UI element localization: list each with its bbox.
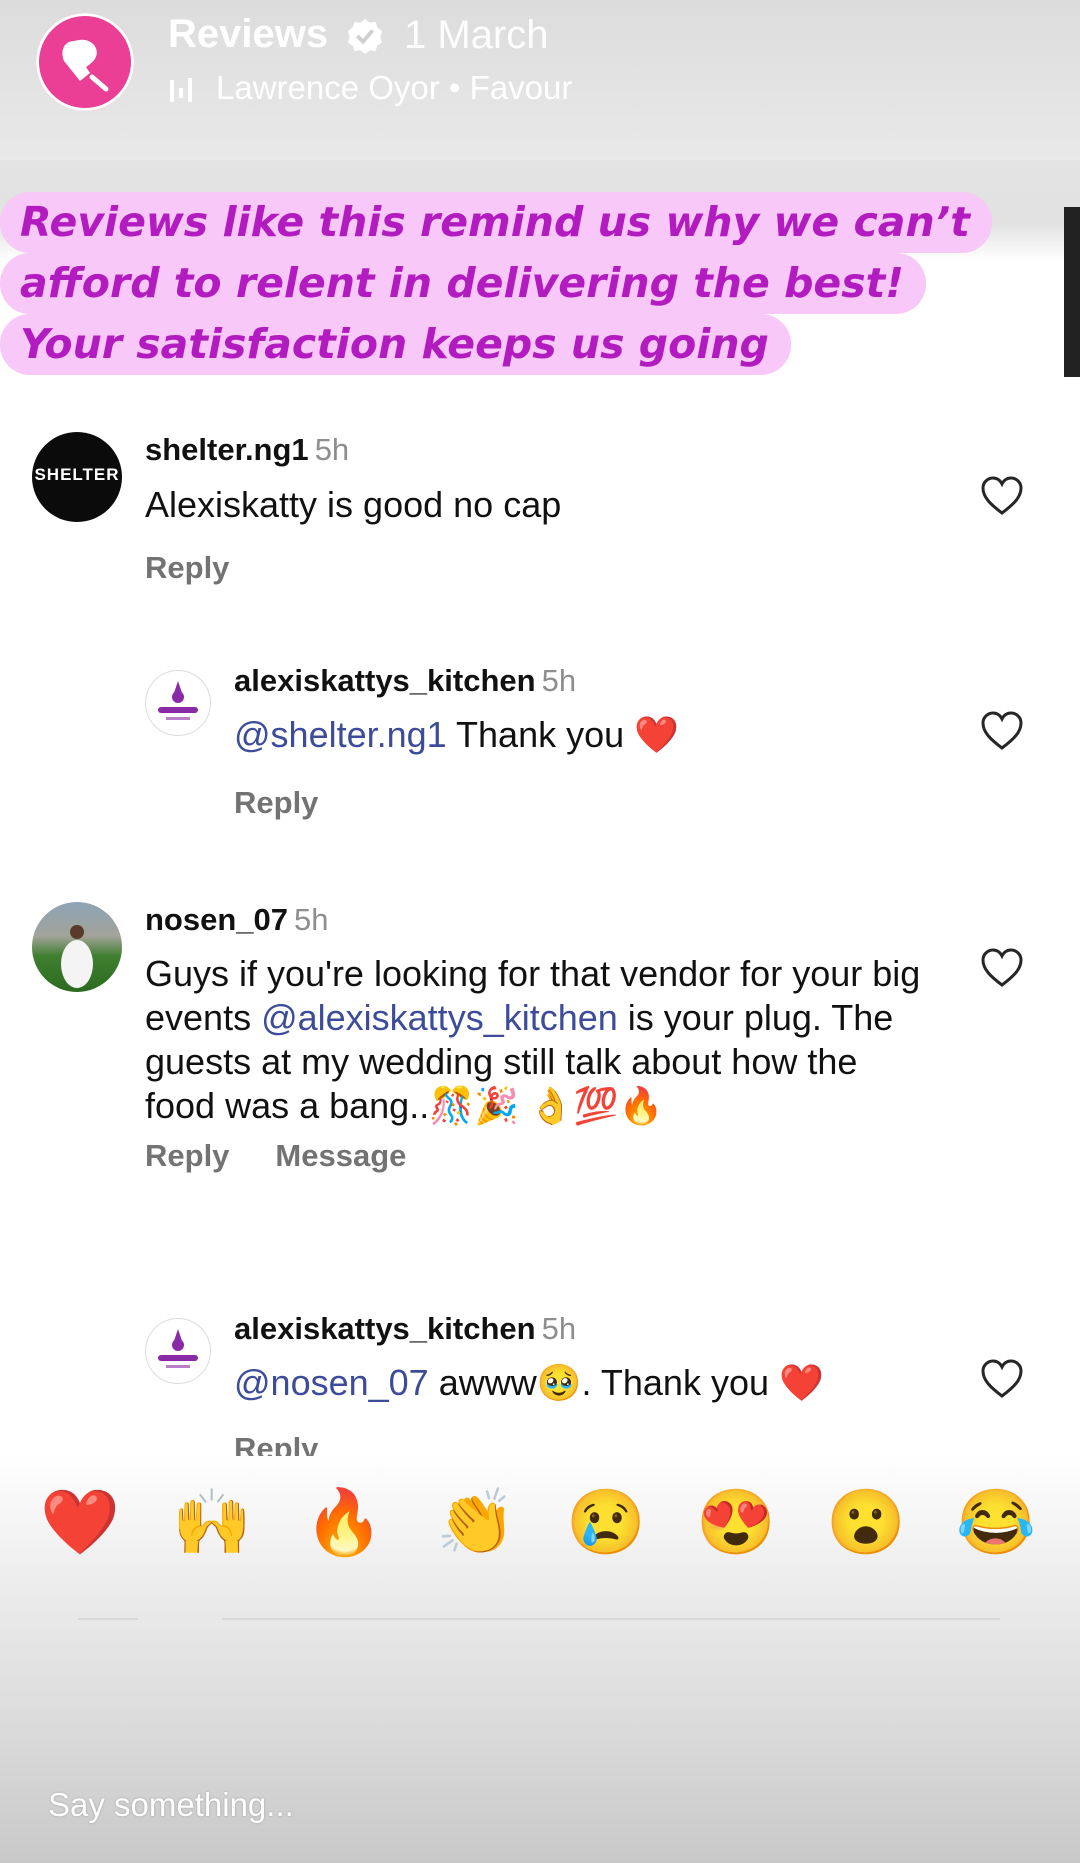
comment-body: awww🥹. Thank you ❤️ (428, 1362, 824, 1403)
comment-text: @shelter.ng1 Thank you ❤️ (234, 713, 934, 757)
caption-line: afford to relent in delivering the best! (0, 253, 926, 314)
comment-time: 5h (314, 432, 350, 467)
comment-username[interactable]: alexiskattys_kitchen (234, 1311, 536, 1346)
story-timestamp: 1 March (404, 13, 549, 57)
profile-photo-icon (61, 925, 93, 988)
mention-link[interactable]: @shelter.ng1 (234, 714, 447, 755)
comments-panel: SHELTER shelter.ng1 5h Alexiskatty is goo… (0, 380, 1080, 1456)
heart-outline-icon[interactable] (980, 1359, 1024, 1399)
comment-username[interactable]: shelter.ng1 (145, 432, 309, 467)
reply-input[interactable]: Say something... (48, 1786, 294, 1824)
comment-time: 5h (541, 663, 577, 698)
comment-text: @nosen_07 awww🥹. Thank you ❤️ (234, 1361, 934, 1405)
reaction-crying[interactable]: 😢 (562, 1478, 650, 1566)
avatar[interactable]: SHELTER (32, 432, 122, 522)
avatar[interactable] (145, 1318, 211, 1384)
caption-line: Reviews like this remind us why we can’t (0, 192, 992, 253)
oven-mitt-icon (62, 39, 109, 92)
kitchen-logo-icon (158, 1329, 198, 1368)
comment-header: alexiskattys_kitchen 5h (234, 663, 576, 699)
comment-time: 5h (294, 902, 329, 937)
story-avatar[interactable] (36, 13, 134, 111)
input-divider (78, 1618, 138, 1620)
reaction-laughing[interactable]: 😂 (952, 1478, 1040, 1566)
avatar-label: SHELTER (34, 465, 120, 484)
mention-link[interactable]: @nosen_07 (234, 1362, 429, 1403)
story-header: Reviews 1 March Lawrence Oyor • Favour (0, 0, 1080, 160)
story-music-label[interactable]: Lawrence Oyor • Favour (216, 69, 572, 107)
reaction-heart[interactable]: ❤️ (36, 1478, 124, 1566)
avatar[interactable] (32, 902, 122, 992)
comment-actions: Reply (145, 550, 229, 586)
comment-time: 5h (541, 1311, 577, 1346)
reaction-clap[interactable]: 👏 (432, 1478, 520, 1566)
comment-text: Guys if you're looking for that vendor f… (145, 952, 925, 1128)
reply-button[interactable]: Reply (145, 1138, 229, 1173)
mention-link[interactable]: @alexiskattys_kitchen (261, 997, 618, 1038)
comment-header: nosen_07 5h (145, 902, 329, 938)
reaction-heart-eyes[interactable]: 😍 (692, 1478, 780, 1566)
comment-username[interactable]: nosen_07 (145, 902, 288, 937)
comment-header: shelter.ng1 5h (145, 432, 349, 468)
reaction-raised-hands[interactable]: 🙌 (168, 1478, 256, 1566)
quick-reactions-bar: ❤️ 🙌 🔥 👏 😢 😍 😮 😂 (0, 1478, 1080, 1598)
reply-button[interactable]: Reply (234, 785, 318, 820)
kitchen-logo-icon (158, 681, 198, 720)
comment-text: Alexiskatty is good no cap (145, 484, 562, 525)
heart-outline-icon[interactable] (980, 711, 1024, 751)
story-caption: Reviews like this remind us why we can’t… (0, 192, 1080, 375)
message-button[interactable]: Message (275, 1138, 406, 1173)
heart-outline-icon[interactable] (980, 948, 1024, 988)
reply-button[interactable]: Reply (234, 1431, 318, 1456)
comment-actions: Reply Message (145, 1138, 406, 1174)
comment-actions: Reply (234, 785, 318, 821)
music-bars-icon (170, 78, 192, 102)
reply-button[interactable]: Reply (145, 550, 229, 585)
heart-outline-icon[interactable] (980, 476, 1024, 516)
comment-body: Thank you ❤️ (446, 714, 679, 755)
comment-actions: Reply (234, 1431, 318, 1456)
caption-line: Your satisfaction keeps us going (0, 314, 791, 375)
comment-header: alexiskattys_kitchen 5h (234, 1311, 576, 1347)
verified-badge-icon (347, 18, 383, 55)
reaction-fire[interactable]: 🔥 (300, 1478, 388, 1566)
reaction-surprised[interactable]: 😮 (822, 1478, 910, 1566)
avatar[interactable] (145, 670, 211, 736)
input-divider (222, 1618, 1000, 1620)
story-account-name[interactable]: Reviews (168, 12, 328, 57)
comment-username[interactable]: alexiskattys_kitchen (234, 663, 536, 698)
